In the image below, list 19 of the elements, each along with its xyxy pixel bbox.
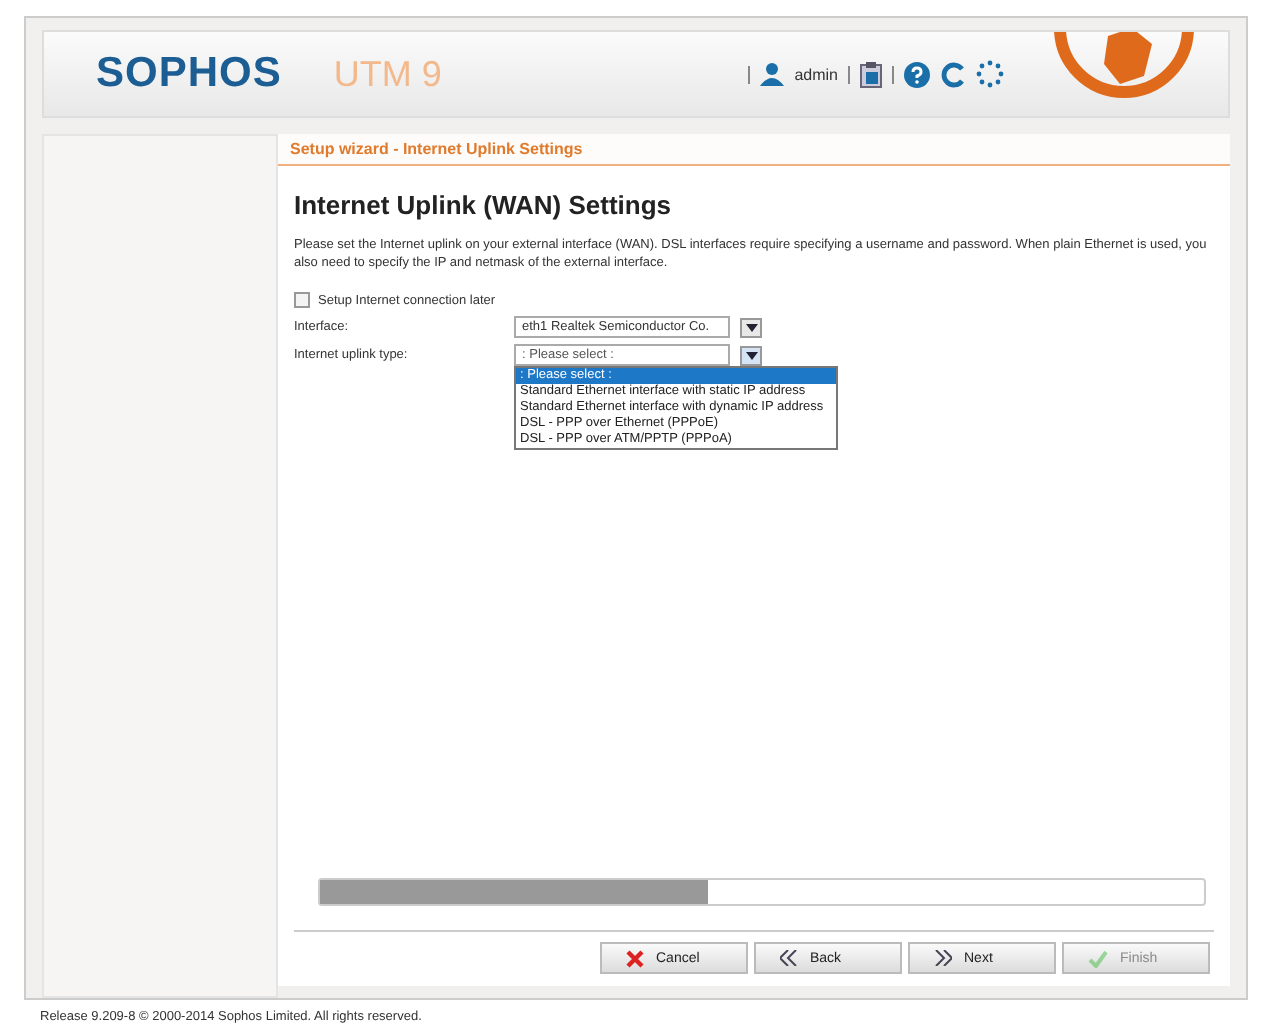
checkmark-icon [1088, 949, 1108, 967]
breadcrumb-bar: Setup wizard - Internet Uplink Settings [278, 134, 1230, 166]
spinner-icon [976, 60, 1004, 88]
dropdown-button[interactable] [740, 345, 762, 365]
logo-text: SOPHOS [96, 50, 282, 98]
product-name: UTM 9 [333, 53, 442, 95]
reload-icon[interactable] [940, 61, 966, 87]
dropdown-button[interactable] [740, 317, 762, 337]
help-icon[interactable] [904, 61, 930, 87]
user-icon[interactable] [760, 62, 785, 86]
checkbox[interactable] [294, 292, 310, 308]
caret-icon [745, 351, 757, 359]
user-link[interactable]: admin [794, 65, 838, 83]
clipboard-icon[interactable] [860, 61, 882, 87]
close-icon [626, 949, 644, 967]
page-title: Internet Uplink (WAN) Settings [294, 190, 673, 220]
double-chevron-right-icon [934, 950, 952, 966]
caret-icon [745, 323, 757, 331]
double-chevron-left-icon [780, 950, 798, 966]
